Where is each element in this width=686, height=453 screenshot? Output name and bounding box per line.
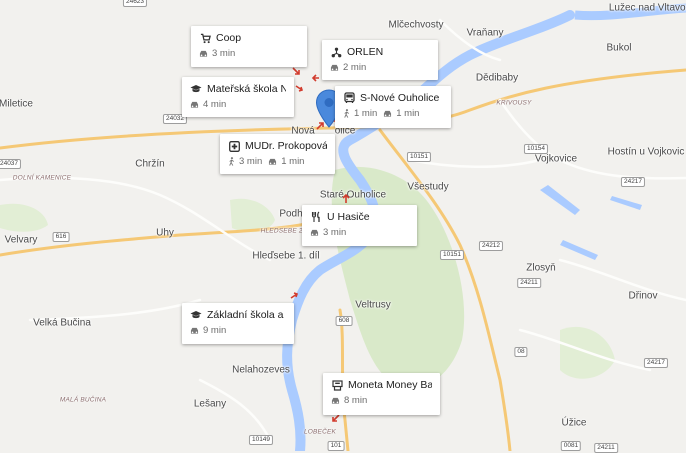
- poi-name: Moneta Money Bank: [348, 379, 432, 391]
- road-number-shield: 10149: [248, 435, 274, 445]
- road-number-shield: 10151: [439, 250, 465, 260]
- road-number-shield: 0081: [560, 441, 582, 451]
- travel-time: 9 min: [203, 325, 227, 336]
- direction-arrow-icon: [311, 74, 319, 82]
- walk-icon: [344, 109, 350, 118]
- road-number-shield: 24212: [478, 241, 504, 251]
- poi-card-moneta-money-bank[interactable]: Moneta Money Bank 8 min: [323, 373, 440, 415]
- road-number-shield: 24211: [517, 278, 541, 288]
- road-number-shield: 10154: [523, 144, 549, 154]
- poi-card-bus-stop[interactable]: S-Nové Ouholice 1 min 1 min: [335, 86, 451, 128]
- travel-time: 1 min: [281, 156, 305, 167]
- gas-station-icon: [330, 46, 342, 58]
- travel-time: 2 min: [343, 62, 367, 73]
- travel-time: 4 min: [203, 99, 227, 110]
- car-icon: [190, 101, 199, 108]
- car-icon: [269, 158, 277, 165]
- car-icon: [331, 397, 340, 404]
- road-number-shield: 24217: [643, 358, 669, 368]
- direction-arrow-icon: [342, 194, 350, 203]
- cart-icon: [199, 32, 211, 44]
- direction-arrow-icon: [292, 67, 300, 75]
- car-icon: [190, 327, 199, 334]
- road-number-shield: 24211: [594, 443, 618, 453]
- travel-time: 3 min: [239, 156, 263, 167]
- poi-card-zakladni-skola[interactable]: Základní škola a ... 9 min: [182, 303, 294, 344]
- poi-card-u-hasice[interactable]: U Hasiče 3 min: [302, 205, 417, 246]
- travel-time: 8 min: [344, 395, 368, 406]
- road-number-shield: 616: [52, 232, 70, 242]
- medical-icon: [228, 140, 240, 152]
- poi-name: Mateřská škola N...: [207, 83, 286, 95]
- car-icon: [199, 50, 208, 57]
- walk-icon: [229, 157, 235, 166]
- travel-time: 1 min: [354, 108, 378, 119]
- poi-name: MUDr. Prokopová ...: [245, 140, 327, 152]
- car-icon: [384, 110, 392, 117]
- road-number-shield: 608: [335, 316, 353, 326]
- poi-card-orlen[interactable]: ORLEN 2 min: [322, 40, 438, 80]
- school-icon: [190, 309, 202, 321]
- road-number-shield: 24217: [620, 177, 646, 187]
- poi-name: Coop: [216, 32, 242, 44]
- poi-card-mudr-prokopova[interactable]: MUDr. Prokopová ... 3 min 1 min: [220, 134, 335, 174]
- bank-icon: [331, 379, 343, 391]
- road-number-shield: 24623: [122, 0, 148, 7]
- poi-card-materska-skola[interactable]: Mateřská škola N... 4 min: [182, 77, 294, 117]
- poi-name: ORLEN: [347, 46, 384, 58]
- travel-time: 3 min: [323, 227, 347, 238]
- road-number-shield: 10151: [406, 152, 432, 162]
- school-icon: [190, 83, 202, 95]
- road-number-shield: 24037: [0, 159, 22, 169]
- road-number-shield: 101: [327, 441, 345, 451]
- direction-arrow-icon: [290, 292, 299, 299]
- car-icon: [330, 64, 339, 71]
- road-number-shield: 08: [514, 347, 528, 357]
- poi-name: U Hasiče: [327, 211, 370, 223]
- car-icon: [310, 229, 319, 236]
- restaurant-icon: [310, 211, 322, 223]
- poi-name: S-Nové Ouholice: [360, 92, 440, 104]
- bus-icon: [343, 92, 355, 104]
- travel-time: 1 min: [396, 108, 420, 119]
- direction-arrow-icon: [295, 85, 304, 92]
- travel-time: 3 min: [212, 48, 236, 59]
- poi-card-coop[interactable]: Coop 3 min: [191, 26, 307, 67]
- poi-name: Základní škola a ...: [207, 309, 286, 321]
